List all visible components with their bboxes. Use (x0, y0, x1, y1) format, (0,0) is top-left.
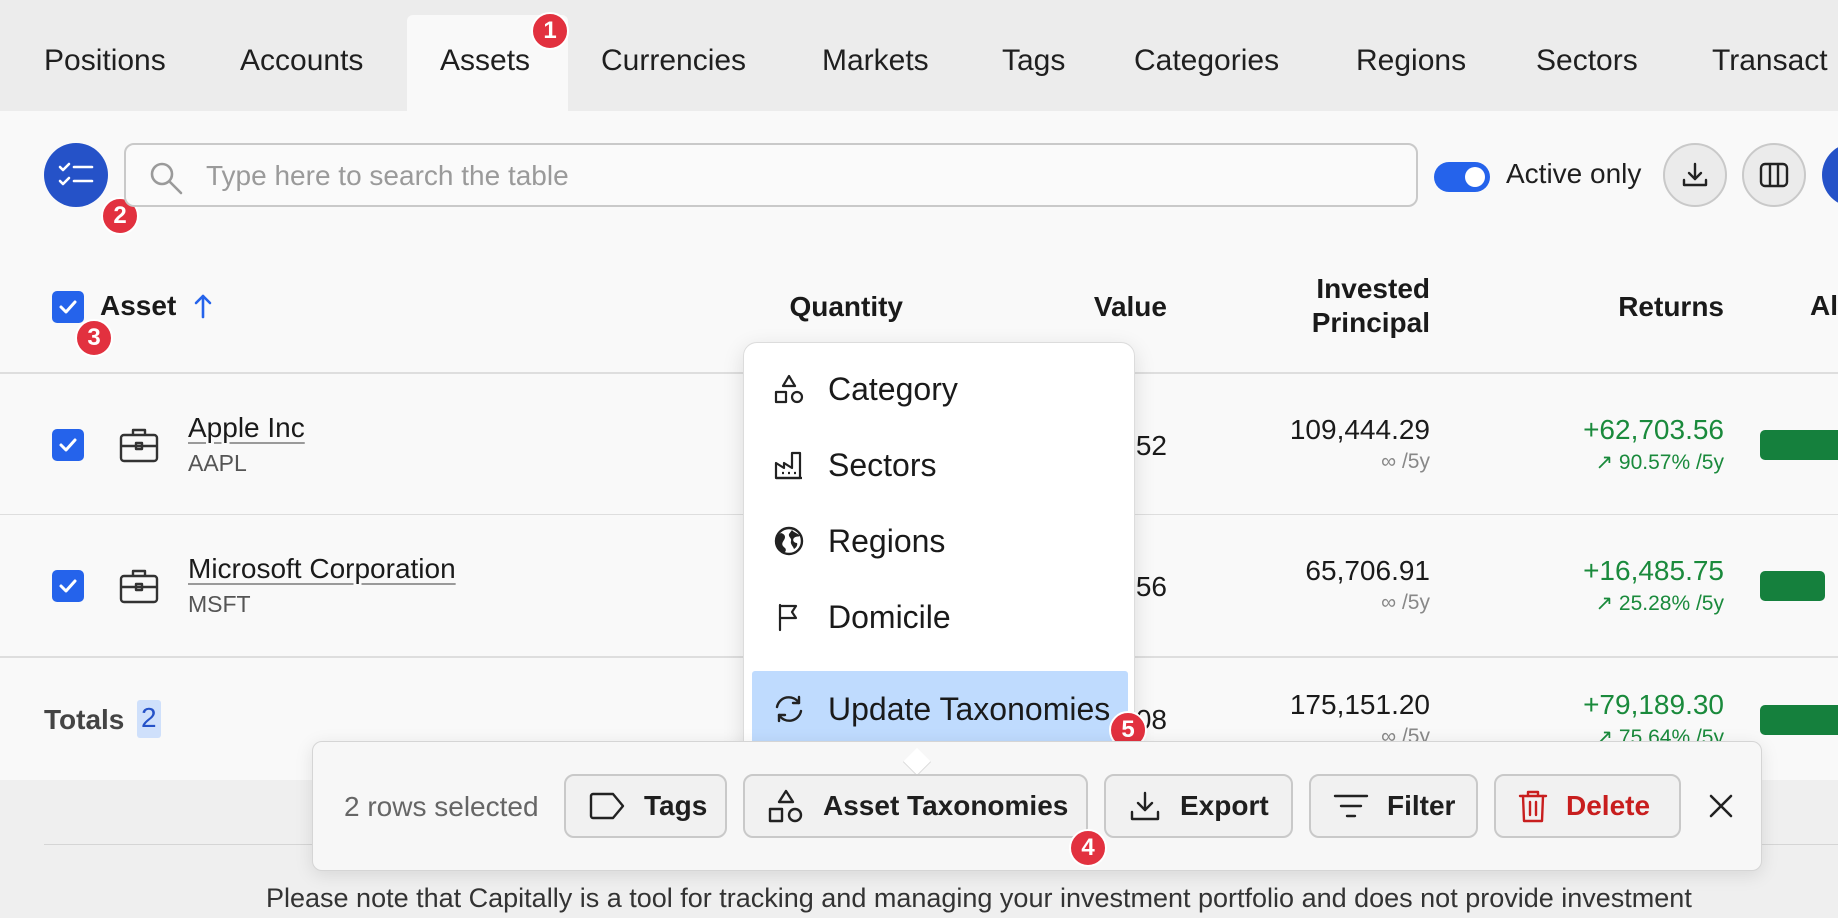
rows-selected-text: 2 rows selected (344, 791, 539, 822)
totals-label: Totals (44, 704, 125, 735)
tab-categories[interactable]: Categories (1134, 44, 1279, 78)
column-header-allocation[interactable]: Al (1810, 290, 1838, 322)
menu-item-label: Category (828, 370, 958, 407)
checkmark-icon (59, 438, 77, 452)
allocation-bar (1760, 430, 1838, 460)
annotation-badge-4: 4 (1069, 829, 1107, 867)
invested-sub: ∞ /5y (1381, 591, 1430, 614)
invested-cell: 109,444.29 (1289, 414, 1430, 445)
tab-assets[interactable]: Assets (440, 44, 530, 78)
select-all-checkbox[interactable] (52, 291, 84, 323)
asset-name-link[interactable]: Microsoft Corporation (188, 553, 456, 585)
menu-item-label: Domicile (828, 598, 951, 635)
columns-button[interactable] (1742, 143, 1806, 207)
row-checkbox[interactable] (52, 570, 84, 602)
tags-button-label: Tags (644, 790, 708, 821)
search-icon (150, 162, 183, 195)
totals-invested: 175,151.20 (1289, 689, 1430, 720)
totals-allocation-bar (1760, 705, 1838, 735)
asset-taxonomies-button[interactable]: Asset Taxonomies (743, 774, 1088, 838)
menu-item-domicile[interactable]: Domicile (752, 579, 1128, 655)
column-header-quantity[interactable]: Quantity (740, 290, 903, 324)
active-only-label: Active only (1506, 158, 1642, 189)
column-header-invested-line2: Principal (1311, 307, 1430, 338)
menu-item-category[interactable]: Category (752, 351, 1128, 427)
tags-button[interactable]: Tags (564, 774, 727, 838)
shapes-icon (760, 373, 818, 405)
disclaimer-text: Please note that Capitally is a tool for… (266, 883, 1692, 913)
tag-icon (588, 791, 626, 821)
checklist-icon (58, 162, 94, 186)
columns-icon (1759, 162, 1789, 188)
filter-button-label: Filter (1387, 790, 1456, 821)
totals-count-badge: 2 (137, 700, 161, 738)
asset-taxonomies-menu: Category Sectors Regions Domicile Update… (743, 342, 1135, 758)
menu-item-update-taxonomies[interactable]: Update Taxonomies (752, 671, 1128, 747)
delete-button[interactable]: Delete (1494, 774, 1681, 838)
tab-tags[interactable]: Tags (1002, 44, 1065, 78)
menu-item-label: Regions (828, 522, 946, 559)
column-header-invested-principal[interactable]: Invested Principal (1250, 272, 1430, 340)
briefcase-icon (119, 569, 159, 604)
tab-regions[interactable]: Regions (1356, 44, 1466, 78)
menu-item-sectors[interactable]: Sectors (752, 427, 1128, 503)
close-icon[interactable] (1707, 792, 1735, 820)
invested-cell: 65,706.91 (1305, 555, 1430, 586)
menu-item-label: Update Taxonomies (828, 690, 1111, 727)
allocation-bar (1760, 571, 1825, 601)
asset-ticker: AAPL (188, 450, 247, 476)
totals-returns: +79,189.30 (1583, 689, 1724, 720)
invested-sub: ∞ /5y (1381, 450, 1430, 473)
flag-icon (760, 601, 818, 633)
checkmark-icon (59, 579, 77, 593)
tab-currencies[interactable]: Currencies (601, 44, 746, 78)
asset-ticker: MSFT (188, 591, 251, 617)
column-header-asset[interactable]: Asset (100, 290, 176, 322)
active-only-toggle[interactable] (1434, 162, 1490, 192)
globe-icon (760, 525, 818, 557)
download-button[interactable] (1663, 143, 1727, 207)
asset-taxonomies-button-label: Asset Taxonomies (823, 790, 1069, 821)
column-header-returns[interactable]: Returns (1560, 290, 1724, 324)
tab-positions[interactable]: Positions (44, 44, 166, 78)
annotation-badge-3: 3 (75, 319, 113, 357)
tab-accounts[interactable]: Accounts (240, 44, 363, 78)
filter-button[interactable]: Filter (1309, 774, 1478, 838)
download-icon (1682, 162, 1708, 187)
search-input[interactable] (206, 157, 1386, 195)
asset-name-link[interactable]: Apple Inc (188, 412, 305, 444)
factory-icon (760, 449, 818, 481)
menu-item-regions[interactable]: Regions (752, 503, 1128, 579)
filter-icon (1333, 792, 1369, 820)
export-button-label: Export (1180, 790, 1269, 821)
trash-icon (1518, 789, 1548, 823)
refresh-icon (760, 693, 818, 725)
returns-sub: ↗ 25.28% /5y (1595, 592, 1724, 615)
row-checkbox[interactable] (52, 429, 84, 461)
returns-cell: +16,485.75 (1583, 555, 1724, 586)
toggle-knob (1465, 167, 1485, 187)
menu-item-label: Sectors (828, 446, 937, 483)
add-button[interactable] (1822, 143, 1838, 207)
briefcase-icon (119, 428, 159, 463)
checkmark-icon (59, 300, 77, 314)
sort-ascending-icon[interactable] (193, 293, 213, 319)
tab-transactions[interactable]: Transact (1712, 44, 1828, 78)
export-button[interactable]: Export (1104, 774, 1293, 838)
column-header-invested-line1: Invested (1316, 273, 1430, 304)
shapes-icon (767, 788, 805, 824)
download-icon (1128, 789, 1162, 823)
tab-bar: Positions Accounts Assets Currencies Mar… (0, 0, 1838, 111)
search-box (124, 143, 1418, 207)
bulk-select-button[interactable] (44, 143, 108, 207)
returns-sub: ↗ 90.57% /5y (1595, 451, 1724, 474)
delete-button-label: Delete (1566, 790, 1651, 821)
tab-markets[interactable]: Markets (822, 44, 929, 78)
column-header-value[interactable]: Value (1050, 290, 1167, 324)
tab-sectors[interactable]: Sectors (1536, 44, 1638, 78)
annotation-badge-1: 1 (531, 12, 569, 50)
returns-cell: +62,703.56 (1583, 414, 1724, 445)
